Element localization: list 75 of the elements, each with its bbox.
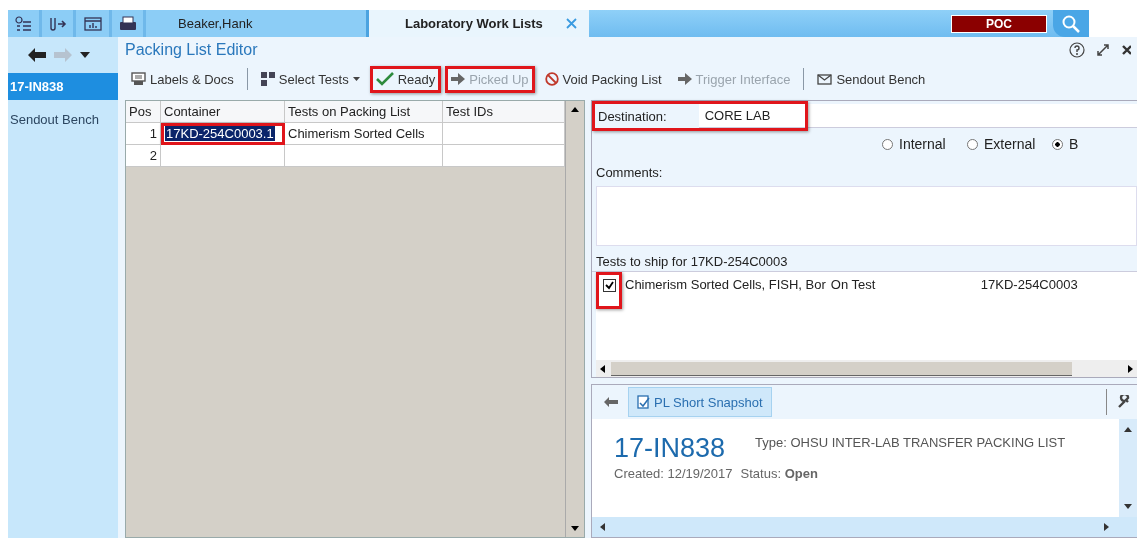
field-label: Comments: (595, 164, 664, 180)
document-stack-icon (131, 72, 146, 86)
test-status: On Test (830, 276, 877, 292)
row-number[interactable]: 1 (126, 123, 161, 145)
scroll-up-icon[interactable] (1124, 427, 1132, 432)
environment-badge: POC (951, 14, 1047, 33)
table-cell[interactable] (443, 145, 565, 167)
field-label: Destination: (597, 108, 667, 124)
column-header[interactable]: Tests on Packing List (285, 101, 443, 123)
table-cell[interactable] (161, 145, 285, 167)
checkmark-icon (375, 72, 394, 86)
toolbar-button[interactable]: Sendout Bench (811, 65, 932, 93)
packing-list-id: 17-IN838 (614, 433, 726, 464)
vertical-scrollbar[interactable] (1119, 419, 1137, 517)
radio-option[interactable]: Internal (882, 136, 967, 152)
packing-list-type: Type: OHSU INTER-LAB TRANSFER PACKING LIST (755, 435, 1066, 452)
toolbar-button[interactable]: Ready (369, 65, 442, 93)
user-tab[interactable]: Beaker,Hank (146, 10, 369, 37)
scroll-thumb[interactable] (611, 361, 1072, 376)
worklist-icon[interactable] (8, 10, 42, 37)
destination-field[interactable]: CORE LAB (698, 104, 1137, 128)
edit-document-icon (637, 395, 650, 409)
radio-button[interactable] (882, 138, 893, 150)
table-cell[interactable]: Chimerism Sorted Cells (285, 123, 443, 145)
caret-icon[interactable] (80, 52, 90, 58)
report-icon[interactable] (76, 10, 112, 37)
test-name: Chimerism Sorted Cells, FISH, Bor (625, 276, 826, 292)
specimen-id: 17KD-254C0003 (980, 276, 1078, 292)
editor-title: Packing List Editor (125, 41, 258, 59)
wrench-icon[interactable] (1117, 395, 1131, 409)
radio-option[interactable]: B (1052, 136, 1137, 152)
tab-label: Laboratory Work Lists (405, 16, 544, 31)
prohibited-icon (544, 72, 559, 86)
scroll-left-icon[interactable] (600, 523, 605, 531)
created-date: Created: 12/19/2017 (614, 466, 733, 481)
envelope-icon (817, 73, 833, 85)
search-icon (1061, 13, 1081, 34)
grid-squares-icon (260, 72, 275, 86)
scroll-up-icon[interactable] (571, 107, 579, 112)
close-icon[interactable] (1121, 43, 1131, 57)
scroll-right-icon[interactable] (1104, 523, 1109, 531)
scroll-left-icon[interactable] (600, 364, 605, 373)
toolbar-button[interactable]: Labels & Docs (125, 65, 240, 93)
help-icon[interactable] (1069, 42, 1085, 58)
table-cell[interactable]: 17KD-254C0003.1 (161, 123, 285, 145)
scroll-down-icon[interactable] (1124, 504, 1132, 509)
expand-icon[interactable] (1095, 42, 1111, 58)
table-cell[interactable] (443, 123, 565, 145)
toolbar-button[interactable]: Void Packing List (538, 65, 668, 93)
scroll-down-icon[interactable] (571, 526, 579, 531)
column-header[interactable]: Container (161, 101, 285, 123)
radio-button[interactable] (1052, 138, 1063, 150)
search-field[interactable] (1089, 10, 1137, 37)
horizontal-scrollbar[interactable] (596, 360, 1137, 377)
arrow-right-icon (451, 73, 466, 85)
radio-button[interactable] (967, 138, 978, 150)
toolbar-button[interactable]: Select Tests (254, 65, 366, 93)
radio-option[interactable]: External (967, 136, 1052, 152)
printer-icon[interactable] (112, 10, 146, 37)
table-cell[interactable] (285, 145, 443, 167)
sidebar-item[interactable]: Sendout Bench (8, 106, 118, 133)
arrow-right-icon (677, 73, 692, 85)
comments-field[interactable] (596, 186, 1137, 246)
column-header[interactable]: Test IDs (443, 101, 565, 123)
scroll-right-icon[interactable] (1128, 364, 1133, 373)
column-header[interactable]: Pos (126, 101, 161, 123)
row-number[interactable]: 2 (126, 145, 161, 167)
workspace-tab[interactable]: Laboratory Work Lists (369, 10, 589, 37)
horizontal-scrollbar[interactable] (592, 517, 1137, 537)
checkbox[interactable] (603, 279, 616, 292)
sidebar-item[interactable]: 17-IN838 (8, 73, 118, 100)
search-button[interactable] (1053, 10, 1089, 37)
back-arrow-icon[interactable] (28, 48, 46, 62)
status-text: Status: Open (740, 466, 818, 481)
snapshot-tab[interactable]: PL Short Snapshot (628, 387, 772, 417)
